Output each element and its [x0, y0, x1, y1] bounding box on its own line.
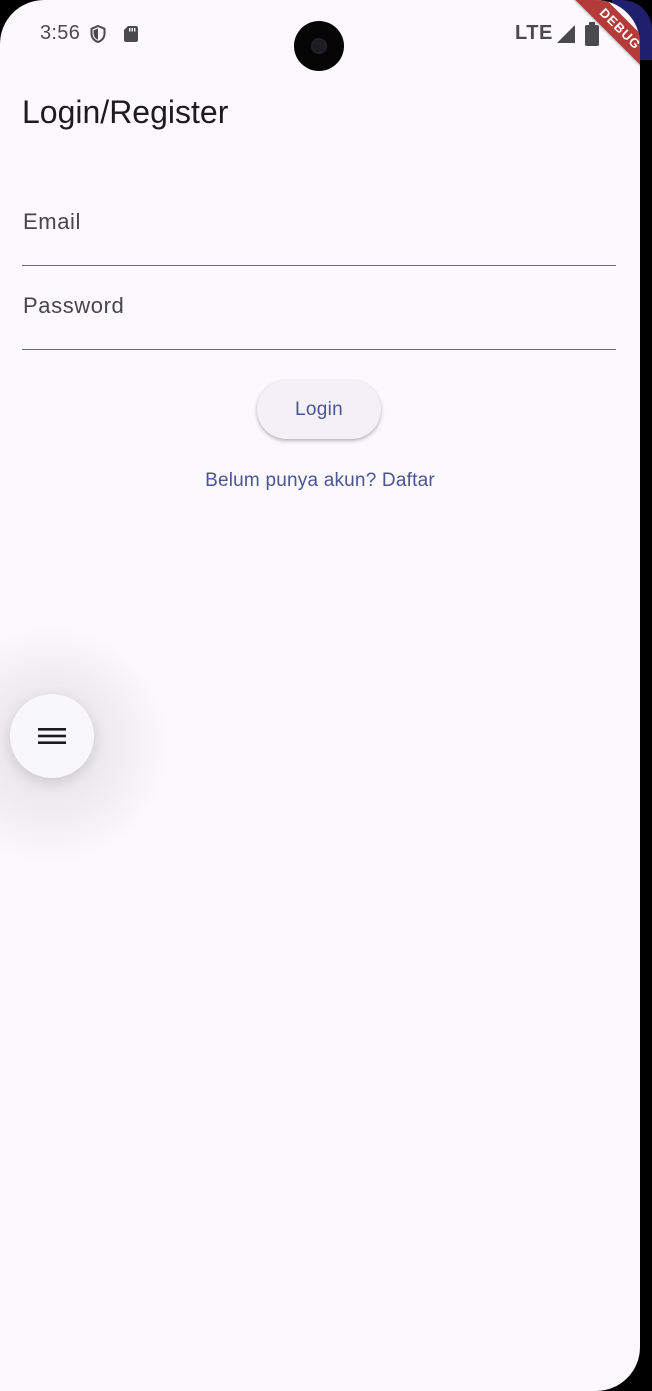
- status-bar: 3:56 LTE: [0, 0, 640, 71]
- floating-menu-button[interactable]: [10, 694, 94, 778]
- device-frame: 3:56 LTE DEBUG Login/Register Email Pass…: [0, 0, 652, 1391]
- status-time: 3:56: [40, 22, 81, 44]
- menu-icon: [38, 725, 66, 747]
- sd-card-icon: [121, 24, 141, 44]
- login-button[interactable]: Login: [257, 380, 381, 439]
- network-type: LTE: [515, 22, 553, 44]
- email-field[interactable]: Email: [22, 205, 616, 266]
- page-title: Login/Register: [22, 94, 229, 130]
- password-field[interactable]: Password: [22, 289, 616, 350]
- shield-icon: [88, 24, 108, 44]
- battery-icon: [585, 22, 599, 46]
- password-field-label: Password: [23, 293, 125, 318]
- front-camera: [294, 21, 344, 71]
- app-screen: 3:56 LTE DEBUG Login/Register Email Pass…: [0, 0, 640, 1391]
- camera-lens: [311, 38, 327, 54]
- email-field-label: Email: [23, 209, 82, 234]
- register-link[interactable]: Belum punya akun? Daftar: [0, 470, 640, 492]
- signal-icon: [556, 24, 576, 44]
